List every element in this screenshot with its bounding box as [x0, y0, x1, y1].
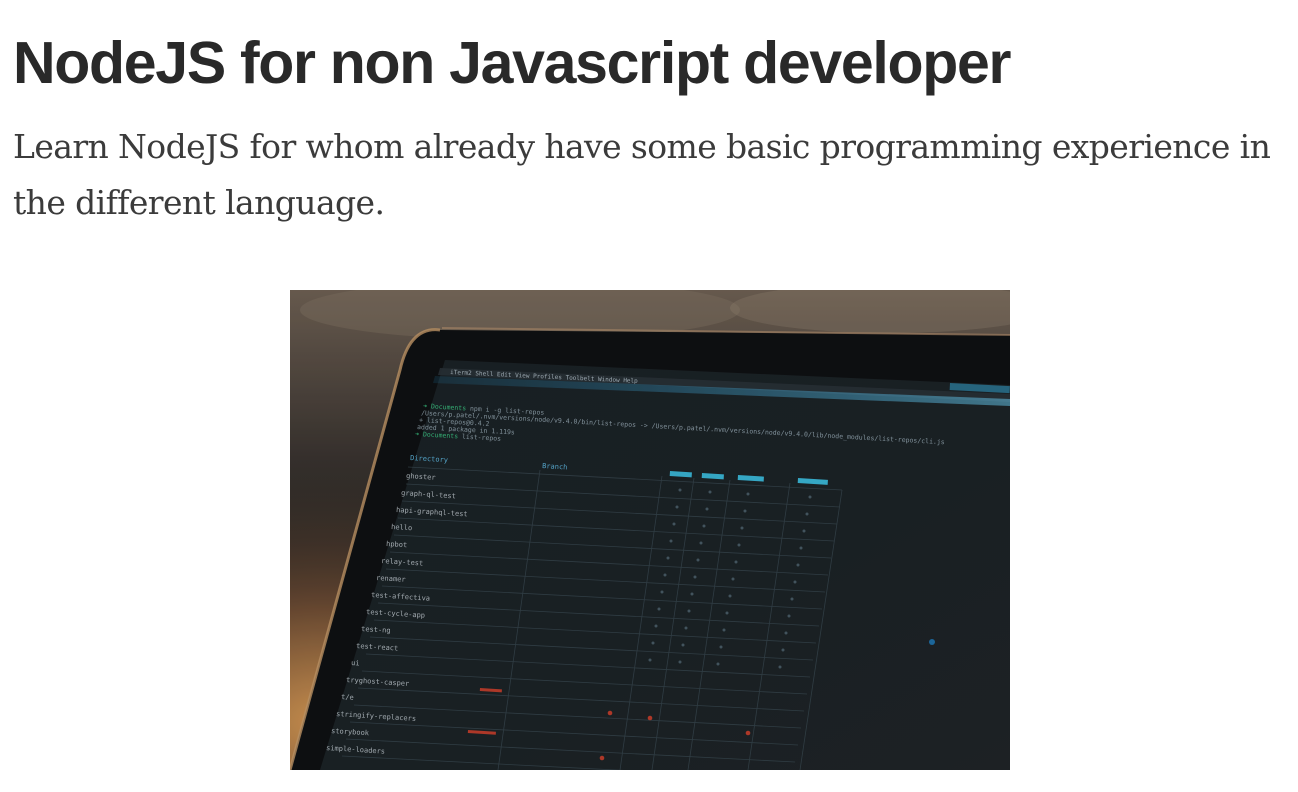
laptop-terminal-photo: iTerm2 Shell Edit View Profiles Toolbelt… [290, 290, 1010, 770]
article-title: NodeJS for non Javascript developer [13, 30, 1011, 96]
hero-image: iTerm2 Shell Edit View Profiles Toolbelt… [290, 290, 1010, 770]
article-subtitle: Learn NodeJS for whom already have some … [13, 127, 1271, 222]
